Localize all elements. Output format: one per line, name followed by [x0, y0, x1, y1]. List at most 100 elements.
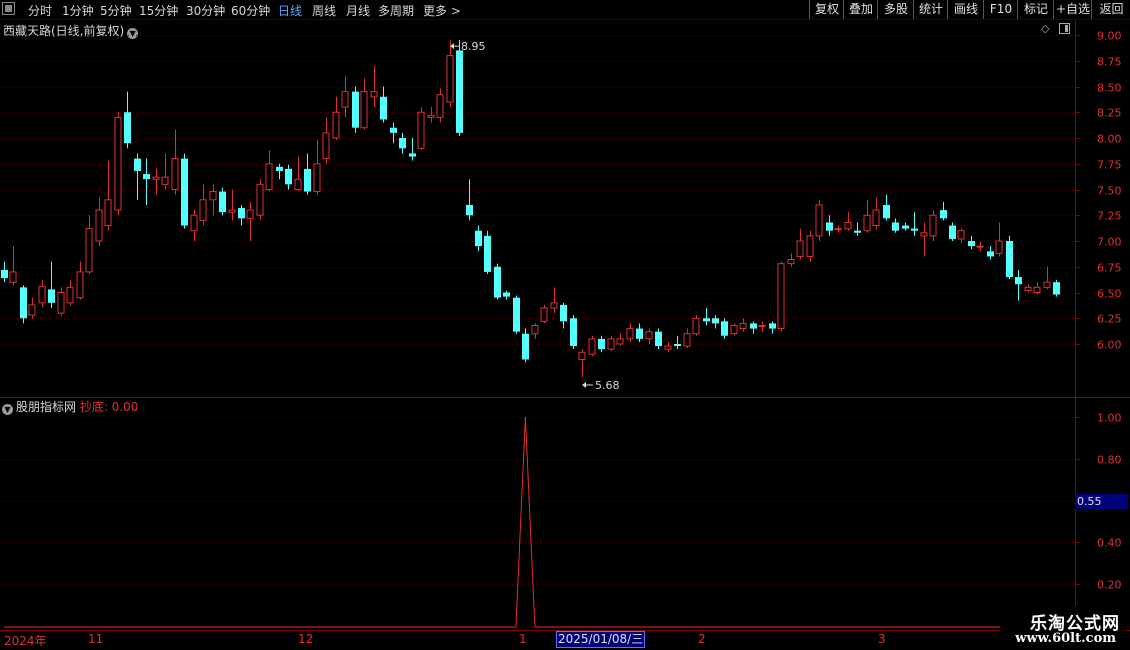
back-button[interactable]: 返回 [1091, 0, 1130, 19]
diamond-icon[interactable]: ◇ [1041, 22, 1049, 35]
candle-body [304, 168, 311, 192]
tab-weekly[interactable]: 周线 [312, 2, 336, 19]
candle-body [1033, 286, 1041, 294]
candle-body [332, 111, 340, 139]
candle-body [399, 138, 406, 149]
time-axis: 2024年 11 12 1 2025/01/08/三 2 3 [0, 630, 1075, 650]
statistics-button[interactable]: 统计 [913, 0, 948, 19]
candle-body [199, 199, 207, 221]
restore-rights-button[interactable]: 复权 [809, 0, 844, 19]
candle-body [911, 228, 918, 231]
indicator-tick-label: 1.00 [1097, 412, 1122, 425]
candle-body [190, 214, 198, 232]
candle-body [949, 225, 956, 239]
chevron-down-icon[interactable]: ▼ [2, 404, 13, 415]
tab-more-label: 更多 [423, 4, 448, 18]
time-label-feb: 2 [698, 632, 706, 646]
candle-body [114, 116, 122, 211]
high-arrow-head [450, 43, 454, 50]
chevron-right-icon: > [450, 4, 461, 18]
indicator-series-value: 0.00 [111, 400, 139, 414]
candle-body [503, 292, 510, 297]
tab-daily[interactable]: 日线 [278, 2, 302, 19]
candle-body [674, 344, 681, 347]
candle-body [664, 345, 672, 350]
chevron-down-icon[interactable]: ▼ [127, 28, 139, 39]
candle-body [466, 204, 473, 216]
candle-body [806, 235, 814, 257]
time-label-year: 2024年 [4, 634, 47, 648]
stock-title: 西藏天路(日线,前复权) ▼ [3, 22, 139, 39]
price-tick-label: 7.00 [1097, 236, 1122, 249]
candle-body [560, 304, 567, 322]
candle-body [929, 214, 937, 237]
candle-body [161, 176, 169, 185]
tab-timeshare[interactable]: 分时 [28, 2, 52, 19]
watermark-url: www.60lt.com [1015, 631, 1116, 646]
candle-body [598, 338, 605, 350]
panel-toggle-icon[interactable] [1059, 23, 1070, 34]
tab-more[interactable]: 更多 > [423, 2, 461, 19]
candle-body [570, 318, 577, 347]
candle-body [219, 191, 226, 213]
candle-body [513, 297, 520, 332]
candle-body [976, 245, 984, 248]
indicator-series-label: 抄底: [79, 400, 108, 414]
tab-5min[interactable]: 5分钟 [100, 2, 132, 19]
window-toggle-icon[interactable] [2, 2, 15, 15]
candle-body [152, 176, 160, 180]
candle-body [181, 158, 188, 226]
candle-body [256, 183, 264, 216]
candle-body [616, 338, 624, 345]
candle-body [360, 91, 368, 129]
candle-body [1043, 281, 1051, 288]
add-watchlist-button[interactable]: +自选 [1053, 0, 1092, 19]
low-price-label: 5.68 [595, 379, 620, 392]
candle-body [834, 228, 842, 231]
candle-body [294, 178, 302, 190]
candle-body [313, 163, 321, 193]
candle-body [578, 351, 586, 360]
candle-body [607, 338, 615, 350]
candle-body [1024, 286, 1032, 291]
tab-monthly[interactable]: 月线 [346, 2, 370, 19]
tab-30min[interactable]: 30分钟 [186, 2, 225, 19]
candle-body [522, 333, 529, 360]
tab-60min[interactable]: 60分钟 [231, 2, 270, 19]
candle-body [285, 168, 292, 185]
candle-body [787, 259, 795, 265]
time-label-jan: 1 [519, 632, 527, 646]
multi-stock-button[interactable]: 多股 [877, 0, 914, 19]
candle-body [228, 209, 236, 213]
f10-button[interactable]: F10 [983, 0, 1018, 19]
price-tick-label: 6.25 [1097, 313, 1122, 326]
candle-body [957, 230, 965, 240]
candle-body [95, 209, 103, 242]
candle-body [703, 318, 710, 322]
candle-body [550, 302, 558, 309]
candle-body [1053, 282, 1060, 295]
draw-line-button[interactable]: 画线 [947, 0, 984, 19]
candle-body [1015, 277, 1022, 285]
price-tick-label: 6.75 [1097, 262, 1122, 275]
candle-body [456, 50, 463, 133]
candle-body [626, 328, 634, 340]
candle-body [750, 323, 757, 329]
candle-body [683, 333, 691, 347]
candle-body [322, 132, 330, 160]
candle-body [48, 289, 55, 303]
overlay-button[interactable]: 叠加 [843, 0, 878, 19]
candle-body [209, 191, 217, 201]
candle-body [66, 286, 74, 304]
candle-body [872, 209, 880, 227]
candle-body [1006, 241, 1013, 278]
candle-body [38, 285, 46, 304]
time-label-dec: 12 [298, 632, 314, 646]
tab-15min[interactable]: 15分钟 [139, 2, 178, 19]
mark-button[interactable]: 标记 [1017, 0, 1054, 19]
candle-body [815, 204, 823, 237]
tab-1min[interactable]: 1分钟 [62, 2, 94, 19]
candle-body [246, 209, 254, 219]
tab-multi-period[interactable]: 多周期 [378, 2, 414, 19]
candle-body [276, 166, 283, 171]
